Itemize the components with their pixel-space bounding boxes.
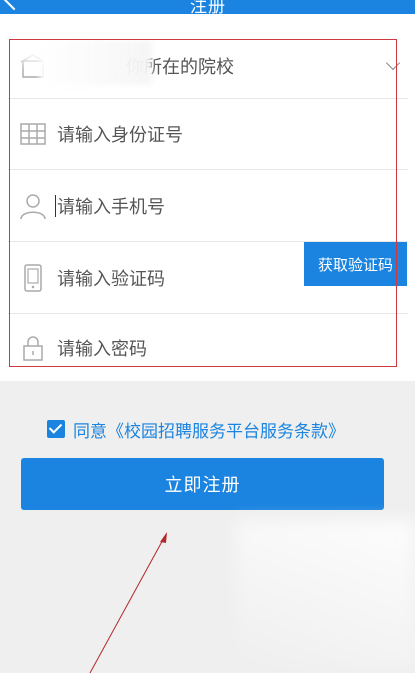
blur-overlay-bottom [235,520,415,670]
agreement-text[interactable]: 同意《校园招聘服务平台服务条款》 [73,417,345,442]
password-input[interactable]: 请输入密码 [57,335,147,361]
password-field[interactable]: 请输入密码 [8,314,408,381]
phone-field[interactable]: 请输入手机号 [8,170,408,242]
text-cursor [55,194,56,217]
lock-icon [23,335,43,361]
get-code-button[interactable]: 获取验证码 [304,242,407,286]
id-number-field[interactable]: 请输入身份证号 [8,98,408,170]
phone-icon [24,263,42,292]
register-button[interactable]: 立即注册 [21,458,384,510]
back-icon[interactable] [2,0,26,11]
id-card-icon [20,122,46,145]
header-bar: 注册 [0,0,415,14]
code-input[interactable]: 请输入验证码 [57,265,165,291]
agreement-checkbox[interactable] [47,420,65,438]
page-title: 注册 [190,0,226,14]
agreement-row[interactable]: 同意《校园招聘服务平台服务条款》 [47,417,345,442]
chevron-down-icon[interactable] [385,55,401,71]
user-icon [20,193,46,219]
phone-input[interactable]: 请输入手机号 [57,193,165,219]
id-number-input[interactable]: 请输入身份证号 [57,121,183,147]
blur-overlay-school [40,41,152,85]
